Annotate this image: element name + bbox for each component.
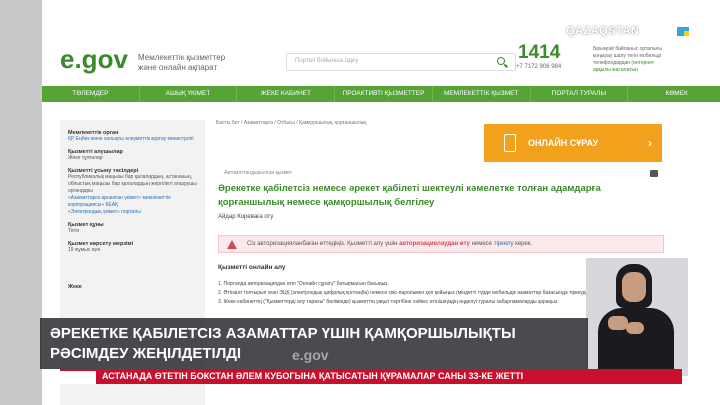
online-request-button[interactable]: ОНЛАЙН СҰРАУ › [484, 124, 662, 162]
nav-about-portal[interactable]: ПОРТАЛ ТУРАЛЫ [531, 86, 629, 102]
channel-corp[interactable]: «Азаматтарға арналған үкімет» мемлекетті… [68, 195, 197, 209]
warning-icon [227, 240, 237, 249]
channel-egov[interactable]: «Электрондық үкімет» порталы [68, 209, 197, 216]
sidebar-bottom-label: Жеке [68, 284, 82, 290]
interpreter-hand-2 [626, 322, 644, 334]
flag-icon [677, 27, 689, 36]
provider-value[interactable]: ҚР Еңбек және халықты әлеуметтік қорғау … [68, 136, 197, 143]
search-icon[interactable] [497, 57, 505, 65]
news-ticker: АСТАНАДА ӨТЕТІН БОКСТАН ӘЛЕМ КУБОГЫНА ҚА… [96, 369, 682, 384]
nav-open-government[interactable]: АШЫҚ ҮКІМЕТ [140, 86, 238, 102]
service-subtitle[interactable]: Айдар Кореваға оту [218, 214, 273, 220]
channels-value: Республикалық маңызы бар қалалардың, аст… [68, 174, 197, 194]
cost-value: Тегін [68, 228, 80, 234]
auth-alert: Сіз авторизацияланбаған өттедіңіз. Қызме… [218, 235, 664, 253]
phone-icon [504, 134, 516, 152]
channel-logo: QAZAQSTAN [566, 25, 640, 37]
nav-help[interactable]: КӨМЕК [628, 86, 720, 102]
section-heading: Қызметті онлайн алу [218, 264, 286, 271]
headline-line-1: ӘРЕКЕТКЕ ҚАБІЛЕТСІЗ АЗАМАТТАР ҮШІН ҚАМҚО… [50, 325, 516, 342]
alert-text-c: немесе [469, 241, 494, 247]
automated-service-tag: Автоматтандырылған қызмет [224, 170, 293, 176]
hotline-note: Бірыңғай байланыс орталығы қоңырау шалу … [593, 46, 673, 74]
service-title: Әрекетке қабілетсіз немесе әрекет қабіле… [218, 183, 601, 208]
steps-list: 1. Порталда авторизациядан өтіп "Онлайн … [218, 280, 638, 307]
egov-logo[interactable]: e.gov [60, 44, 128, 75]
site-header: e.gov Мемлекеттік қызметтер және онлайн … [42, 40, 720, 86]
step-2: 2. Өтінішті толтырып оған ЭЦҚ (электронд… [218, 290, 628, 296]
hotline-phone: +7 7172 906 984 [516, 64, 562, 70]
nav-service-registry[interactable]: МЕМЛЕКЕТТІК ҚЫЗМЕТ РЕЕСТРІ [433, 86, 531, 113]
term-value: 19 жұмыс күні [68, 247, 101, 253]
nav-payments[interactable]: ТӨЛЕМДЕР [42, 86, 140, 102]
interpreter-face [622, 272, 646, 302]
egov-watermark: e.gov [292, 347, 329, 363]
hotline-number: 1414 [518, 42, 561, 63]
alert-login-link[interactable]: авторизациялаудан өту [399, 241, 470, 247]
alert-text-e: керек. [513, 241, 533, 247]
print-icon[interactable] [650, 170, 658, 177]
sign-language-interpreter [586, 258, 688, 376]
interpreter-hand [608, 316, 628, 330]
nav-proactive-services[interactable]: ПРОАКТИВТІ ҚЫЗМЕТТЕР [335, 86, 433, 102]
chevron-right-icon: › [648, 136, 652, 150]
alert-register-link[interactable]: тіркелу [494, 241, 514, 247]
ticker-stub [60, 369, 96, 384]
nav-personal-cabinet[interactable]: ЖЕКЕ КАБИНЕТ [237, 86, 336, 102]
search-input[interactable]: Портал бойынша іздеу [286, 53, 516, 71]
main-nav: ТӨЛЕМДЕР АШЫҚ ҮКІМЕТ ЖЕКЕ КАБИНЕТ ПРОАКТ… [42, 86, 720, 113]
online-request-label: ОНЛАЙН СҰРАУ [528, 138, 599, 148]
recipients-value: Жеке тұлғалар [68, 155, 103, 161]
tagline: Мемлекеттік қызметтер және онлайн ақпара… [138, 53, 226, 72]
step-1: 1. Порталда авторизациядан өтіп "Онлайн … [218, 281, 389, 287]
alert-text-a: Сіз авторизацияланбаған өттедіңіз. Қызме… [247, 241, 400, 247]
step-3: 3. Жеке кабинеттің ("Қызметтерді алу тар… [218, 299, 559, 305]
